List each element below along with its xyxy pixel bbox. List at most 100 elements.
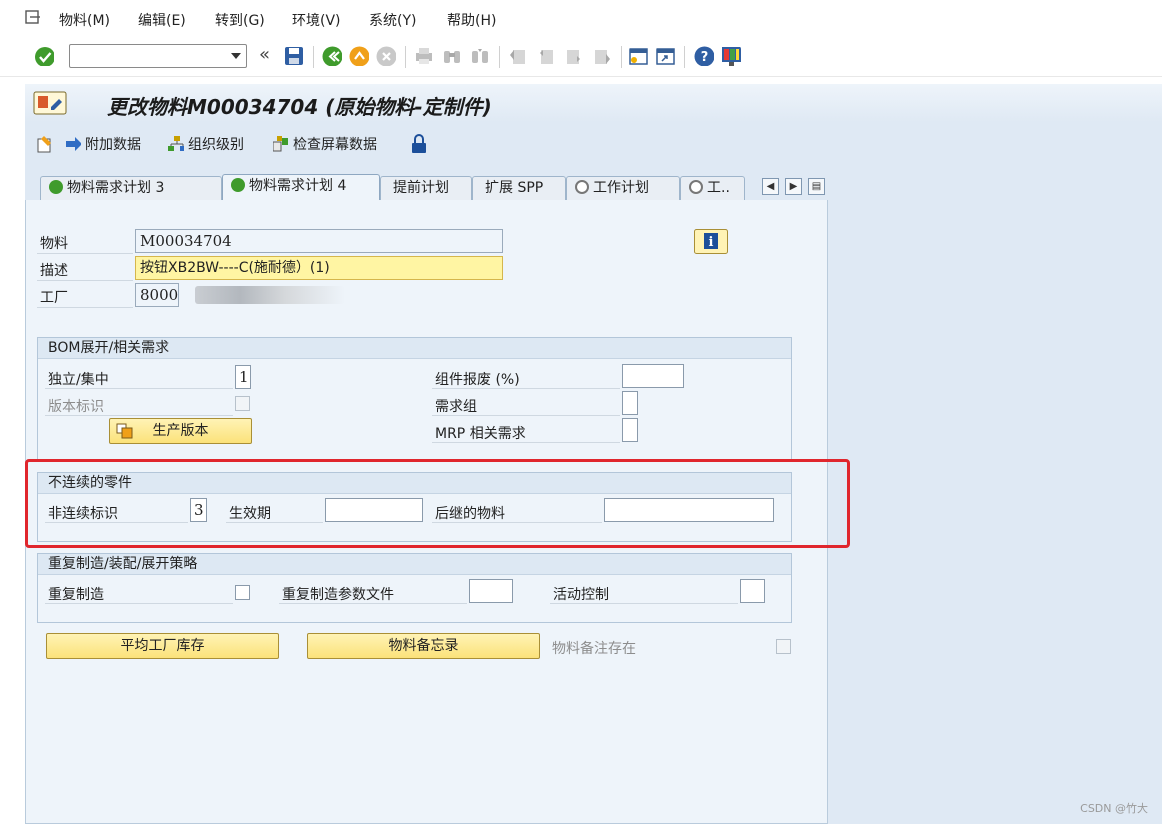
system-menu-icon[interactable] (24, 9, 42, 27)
org-hierarchy-icon (168, 136, 184, 151)
tab-list-button[interactable]: ▤ (808, 178, 825, 195)
svg-text:i: i (709, 235, 714, 250)
standard-toolbar: « ? (0, 38, 1162, 77)
material-memo-exists-label: 物料备注存在 (552, 641, 636, 657)
tab-work-scheduling[interactable]: 工作计划 (566, 176, 680, 200)
action-control-label: 活动控制 (553, 587, 609, 603)
component-scrap-field[interactable] (622, 364, 684, 388)
title-bar: 更改物料M00034704 (原始物料-定制件) (25, 84, 1162, 123)
component-scrap-label: 组件报废 (%) (435, 372, 520, 388)
repetitive-mfg-checkbox[interactable] (235, 585, 250, 600)
version-indicator-label: 版本标识 (48, 399, 104, 415)
check-data-icon (273, 136, 288, 152)
check-screen-data-label: 检查屏幕数据 (293, 137, 377, 153)
additional-data-button[interactable]: 附加数据 (65, 134, 141, 154)
find-next-icon[interactable] (470, 47, 490, 67)
print-icon[interactable] (414, 47, 434, 67)
layout-icon[interactable] (721, 46, 741, 66)
version-indicator-checkbox (235, 396, 250, 411)
menu-bar: 物料(M) 编辑(E) 转到(G) 环境(V) 系统(Y) 帮助(H) (0, 0, 1162, 38)
last-page-icon[interactable] (592, 47, 612, 67)
material-field: M00034704 (135, 229, 503, 253)
exit-icon[interactable] (349, 46, 369, 66)
indiv-coll-label: 独立/集中 (48, 372, 109, 388)
plant-label: 工厂 (40, 290, 68, 306)
production-version-button[interactable]: 生产版本 (109, 418, 252, 444)
tab-extended-spp-label: 扩展 SPP (485, 180, 544, 196)
mrp-dep-req-field[interactable] (622, 418, 638, 442)
gear-icon (575, 180, 589, 194)
tab-work-scheduling-label: 工作计划 (593, 180, 649, 196)
material-memo-exists-checkbox (776, 639, 791, 654)
tab-forecasting[interactable]: 提前计划 (380, 176, 472, 200)
back-icon[interactable] (322, 46, 342, 66)
rem-profile-field[interactable] (469, 579, 513, 603)
avg-plant-stock-button[interactable]: 平均工厂库存 (46, 633, 279, 659)
org-levels-label: 组织级别 (188, 137, 244, 153)
requirements-group-label: 需求组 (435, 399, 477, 415)
tab-scroll-right-button[interactable]: ▶ (785, 178, 802, 195)
cancel-icon[interactable] (376, 46, 396, 66)
menu-material[interactable]: 物料(M) (59, 10, 110, 30)
prev-page-icon[interactable] (536, 47, 556, 67)
check-screen-data-button[interactable]: 检查屏幕数据 (273, 134, 377, 154)
check-icon (231, 178, 245, 192)
indiv-coll-field[interactable]: 1 (235, 365, 251, 389)
double-chevron-left-icon[interactable]: « (259, 44, 270, 65)
description-field[interactable]: 按钮XB2BW----C(施耐德）(1) (135, 256, 503, 280)
application-toolbar: 附加数据 组织级别 检查屏幕数据 (25, 122, 1162, 166)
repetitive-mfg-label: 重复制造 (48, 587, 104, 603)
org-levels-button[interactable]: 组织级别 (168, 134, 244, 154)
help-icon[interactable]: ? (694, 46, 714, 66)
tab-more[interactable]: 工.. (680, 176, 745, 200)
svg-text:?: ? (701, 50, 709, 65)
command-field[interactable] (69, 44, 247, 68)
highlight-box (25, 459, 850, 548)
production-version-icon (116, 423, 133, 439)
shortcut-icon[interactable] (656, 47, 676, 67)
lock-icon[interactable] (411, 134, 427, 154)
background-area (828, 200, 1162, 824)
tab-more-label: 工.. (707, 180, 730, 196)
menu-help[interactable]: 帮助(H) (447, 10, 496, 30)
material-change-icon (33, 91, 67, 115)
additional-data-label: 附加数据 (85, 137, 141, 153)
chevron-down-icon[interactable] (231, 53, 241, 59)
tab-strip: 物料需求计划 3 物料需求计划 4 提前计划 扩展 SPP 工作计划 工.. ◀… (25, 166, 1162, 201)
material-memo-button[interactable]: 物料备忘录 (307, 633, 540, 659)
rem-profile-label: 重复制造参数文件 (282, 587, 394, 603)
bom-group-title: BOM展开/相关需求 (38, 338, 791, 359)
find-icon[interactable] (442, 47, 462, 67)
tab-mrp-4-label: 物料需求计划 4 (249, 178, 347, 194)
description-label: 描述 (40, 263, 68, 279)
tab-mrp-4[interactable]: 物料需求计划 4 (222, 174, 380, 201)
mrp-dep-req-label: MRP 相关需求 (435, 426, 526, 442)
repetitive-group-title: 重复制造/装配/展开策略 (38, 554, 791, 575)
enter-icon[interactable] (34, 46, 54, 66)
tab-extended-spp[interactable]: 扩展 SPP (472, 176, 566, 200)
repetitive-mfg-group: 重复制造/装配/展开策略 (37, 553, 792, 623)
plant-field: 8000 (135, 283, 179, 307)
display-change-icon[interactable] (35, 134, 55, 154)
requirements-group-field[interactable] (622, 391, 638, 415)
info-icon[interactable]: i (694, 229, 728, 254)
redacted-plant-description (195, 286, 345, 304)
menu-system[interactable]: 系统(Y) (369, 10, 416, 30)
check-icon (49, 180, 63, 194)
tab-scroll-left-button[interactable]: ◀ (762, 178, 779, 195)
next-page-icon[interactable] (564, 47, 584, 67)
production-version-label: 生产版本 (152, 423, 209, 439)
menu-edit[interactable]: 编辑(E) (138, 10, 186, 30)
watermark: CSDN @竹大 (1080, 802, 1148, 815)
arrow-right-icon (66, 137, 81, 151)
tab-forecasting-label: 提前计划 (393, 180, 449, 196)
menu-environment[interactable]: 环境(V) (292, 10, 341, 30)
action-control-field[interactable] (740, 579, 765, 603)
material-label: 物料 (40, 236, 68, 252)
menu-goto[interactable]: 转到(G) (215, 10, 265, 30)
gear-icon (689, 180, 703, 194)
new-session-icon[interactable] (629, 47, 649, 67)
first-page-icon[interactable] (508, 47, 528, 67)
tab-mrp-3[interactable]: 物料需求计划 3 (40, 176, 222, 200)
save-icon[interactable] (284, 46, 304, 66)
